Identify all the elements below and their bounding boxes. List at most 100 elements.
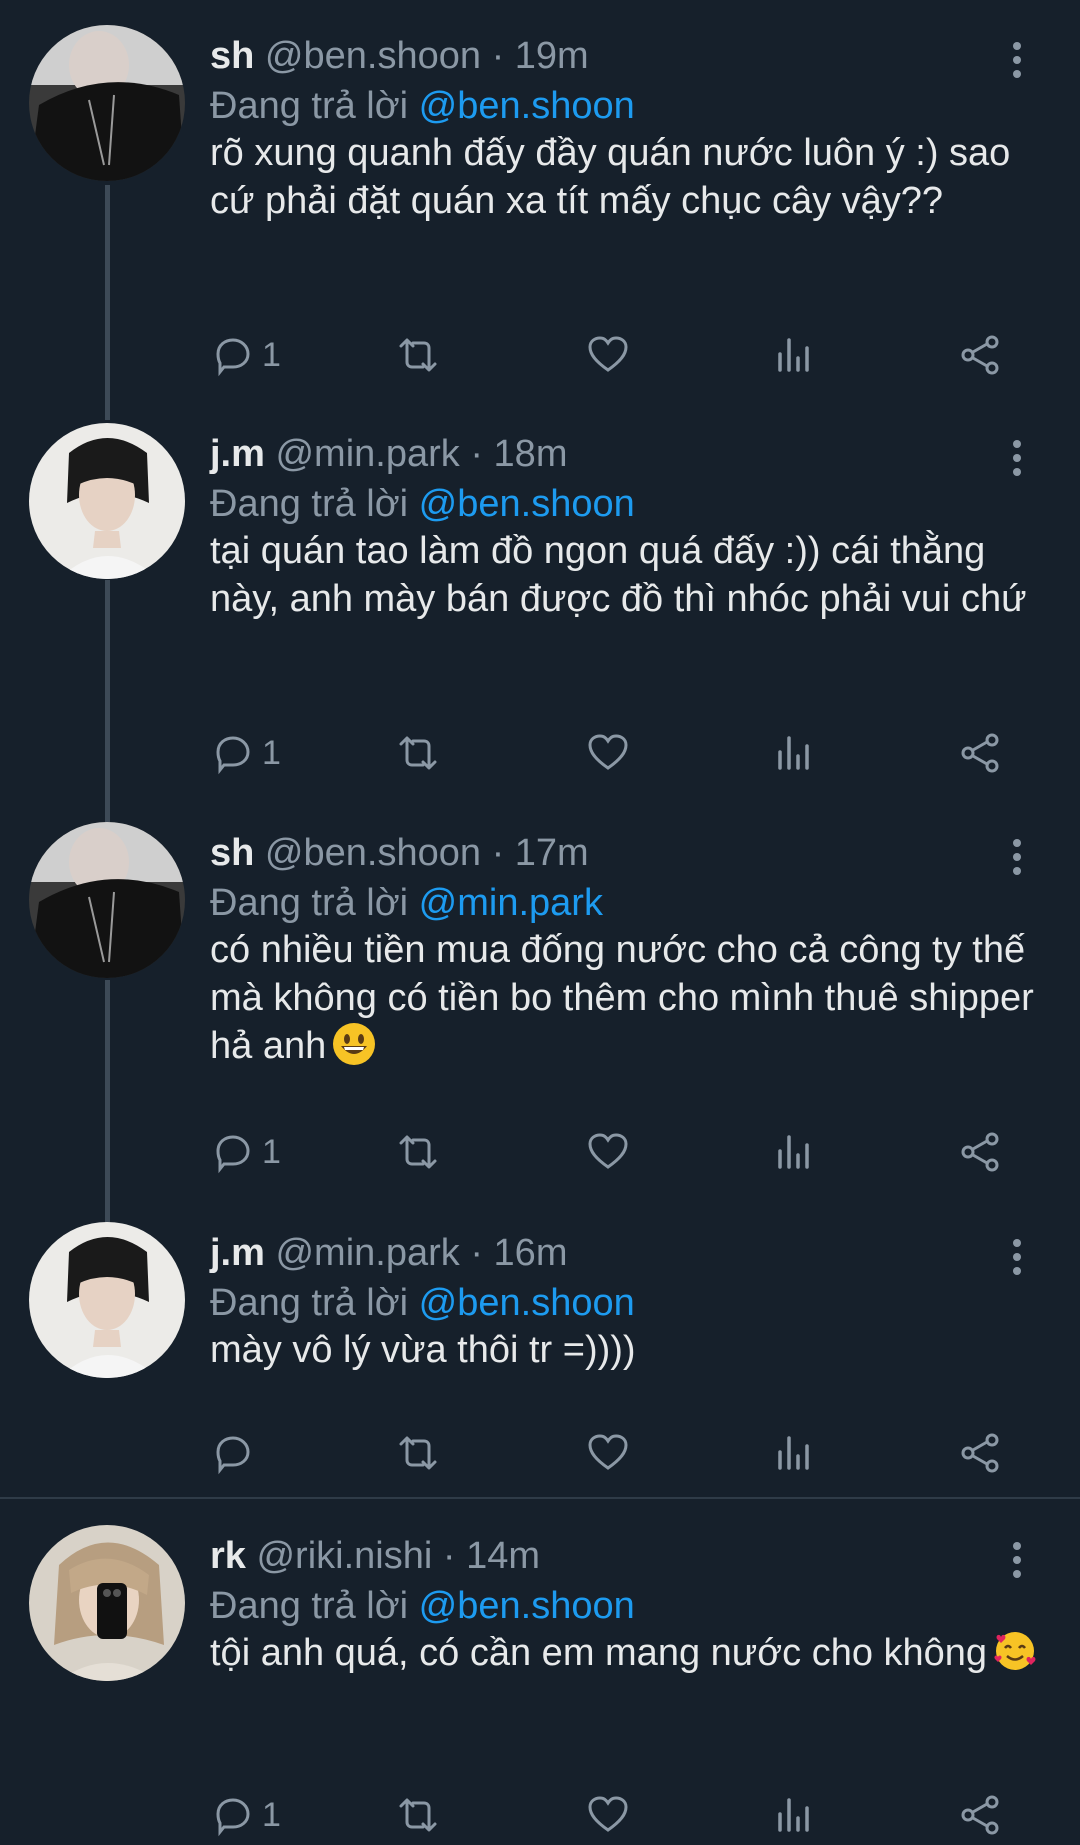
timestamp[interactable]: 14m	[466, 1535, 540, 1577]
separator: ·	[491, 832, 505, 874]
reply-icon	[216, 1436, 250, 1475]
share-button[interactable]	[958, 1122, 1004, 1182]
timestamp[interactable]: 17m	[515, 832, 589, 874]
replying-to: Đang trả lời @min.park	[210, 878, 603, 928]
timestamp[interactable]: 18m	[494, 433, 568, 475]
reply-icon	[216, 1798, 250, 1837]
divider	[0, 1497, 1080, 1499]
separator: ·	[442, 1535, 456, 1577]
more-options-button[interactable]	[1000, 1232, 1034, 1282]
tweet-text: rõ xung quanh đấy đầy quán nước luôn ý :…	[210, 132, 1011, 222]
avatar[interactable]	[29, 1525, 185, 1681]
share-button[interactable]	[958, 1423, 1004, 1483]
retweet-button[interactable]	[395, 723, 441, 783]
like-button[interactable]	[585, 1423, 631, 1483]
replying-to: Đang trả lời @ben.shoon	[210, 1581, 635, 1631]
replying-to-label: Đang trả lời	[210, 85, 409, 127]
more-options-button[interactable]	[1000, 832, 1034, 882]
tweet[interactable]: j.m @min.park · 18m Đang trả lời @ben.sh…	[0, 423, 1080, 793]
avatar[interactable]	[29, 25, 185, 181]
retweet-button[interactable]	[395, 1122, 441, 1182]
reply-button[interactable]: 1	[210, 325, 281, 385]
retweet-icon	[399, 1135, 437, 1169]
tweet-header: j.m @min.park · 16m	[210, 1228, 567, 1278]
tweet-text-content: tội anh quá, có cần em mang nước cho khô…	[210, 1632, 988, 1674]
replying-to: Đang trả lời @ben.shoon	[210, 81, 635, 131]
like-button[interactable]	[585, 1785, 631, 1845]
user-handle[interactable]: @min.park	[275, 433, 459, 475]
more-options-button[interactable]	[1000, 35, 1034, 85]
replying-to: Đang trả lời @ben.shoon	[210, 1278, 635, 1328]
retweet-button[interactable]	[395, 1785, 441, 1845]
tweet[interactable]: j.m @min.park · 16m Đang trả lời @ben.sh…	[0, 1222, 1080, 1492]
share-icon	[961, 733, 999, 773]
share-button[interactable]	[958, 723, 1004, 783]
display-name[interactable]: j.m	[210, 1232, 265, 1274]
retweet-button[interactable]	[395, 325, 441, 385]
heart-icon	[588, 1796, 628, 1832]
heart-icon	[588, 734, 628, 770]
analytics-button[interactable]	[772, 1785, 818, 1845]
more-options-button[interactable]	[1000, 433, 1034, 483]
timestamp[interactable]: 16m	[494, 1232, 568, 1274]
display-name[interactable]: sh	[210, 35, 254, 77]
tweet-actions: 1	[210, 1785, 1030, 1845]
more-options-button[interactable]	[1000, 1535, 1034, 1585]
analytics-button[interactable]	[772, 723, 818, 783]
tweet[interactable]: rk @riki.nishi · 14m Đang trả lời @ben.s…	[0, 1525, 1080, 1837]
reply-button[interactable]: 1	[210, 1785, 281, 1845]
avatar[interactable]	[29, 423, 185, 579]
reply-button[interactable]: 1	[210, 1122, 281, 1182]
replying-to-label: Đang trả lời	[210, 882, 409, 924]
user-handle[interactable]: @ben.shoon	[265, 35, 481, 77]
separator: ·	[491, 35, 505, 77]
mention-link[interactable]: @ben.shoon	[419, 1585, 635, 1627]
retweet-icon	[399, 1798, 437, 1832]
tweet[interactable]: sh @ben.shoon · 17m Đang trả lời @min.pa…	[0, 822, 1080, 1192]
replying-to-label: Đang trả lời	[210, 483, 409, 525]
user-handle[interactable]: @ben.shoon	[265, 832, 481, 874]
retweet-icon	[399, 338, 437, 372]
user-handle[interactable]: @min.park	[275, 1232, 459, 1274]
user-handle[interactable]: @riki.nishi	[256, 1535, 432, 1577]
tweet[interactable]: sh @ben.shoon · 19m Đang trả lời @ben.sh…	[0, 25, 1080, 395]
reply-icon	[216, 338, 250, 377]
mention-link[interactable]: @min.park	[419, 882, 603, 924]
heart-icon	[588, 1133, 628, 1169]
tweet-actions	[210, 1423, 1030, 1483]
tweet-actions: 1	[210, 325, 1030, 385]
share-icon	[961, 335, 999, 375]
replying-to-label: Đang trả lời	[210, 1282, 409, 1324]
mention-link[interactable]: @ben.shoon	[419, 1282, 635, 1324]
retweet-button[interactable]	[395, 1423, 441, 1483]
heart-icon	[588, 336, 628, 372]
avatar[interactable]	[29, 1222, 185, 1378]
analytics-icon	[778, 1798, 809, 1832]
mention-link[interactable]: @ben.shoon	[419, 85, 635, 127]
avatar[interactable]	[29, 822, 185, 978]
reply-button[interactable]: 1	[210, 723, 281, 783]
analytics-icon	[778, 1135, 809, 1169]
heart-icon	[588, 1434, 628, 1470]
tweet-header: sh @ben.shoon · 17m	[210, 828, 589, 878]
reply-button[interactable]	[210, 1423, 262, 1483]
analytics-button[interactable]	[772, 1122, 818, 1182]
display-name[interactable]: rk	[210, 1535, 246, 1577]
share-button[interactable]	[958, 1785, 1004, 1845]
like-button[interactable]	[585, 1122, 631, 1182]
reply-count: 1	[262, 1795, 281, 1834]
reply-count: 1	[262, 335, 281, 374]
mention-link[interactable]: @ben.shoon	[419, 483, 635, 525]
display-name[interactable]: sh	[210, 832, 254, 874]
analytics-button[interactable]	[772, 1423, 818, 1483]
like-button[interactable]	[585, 325, 631, 385]
share-button[interactable]	[958, 325, 1004, 385]
like-button[interactable]	[585, 723, 631, 783]
timestamp[interactable]: 19m	[515, 35, 589, 77]
analytics-button[interactable]	[772, 325, 818, 385]
display-name[interactable]: j.m	[210, 433, 265, 475]
tweet-actions: 1	[210, 1122, 1030, 1182]
retweet-icon	[399, 736, 437, 770]
grinning-face-emoji	[333, 1023, 376, 1065]
reply-count: 1	[262, 733, 281, 772]
